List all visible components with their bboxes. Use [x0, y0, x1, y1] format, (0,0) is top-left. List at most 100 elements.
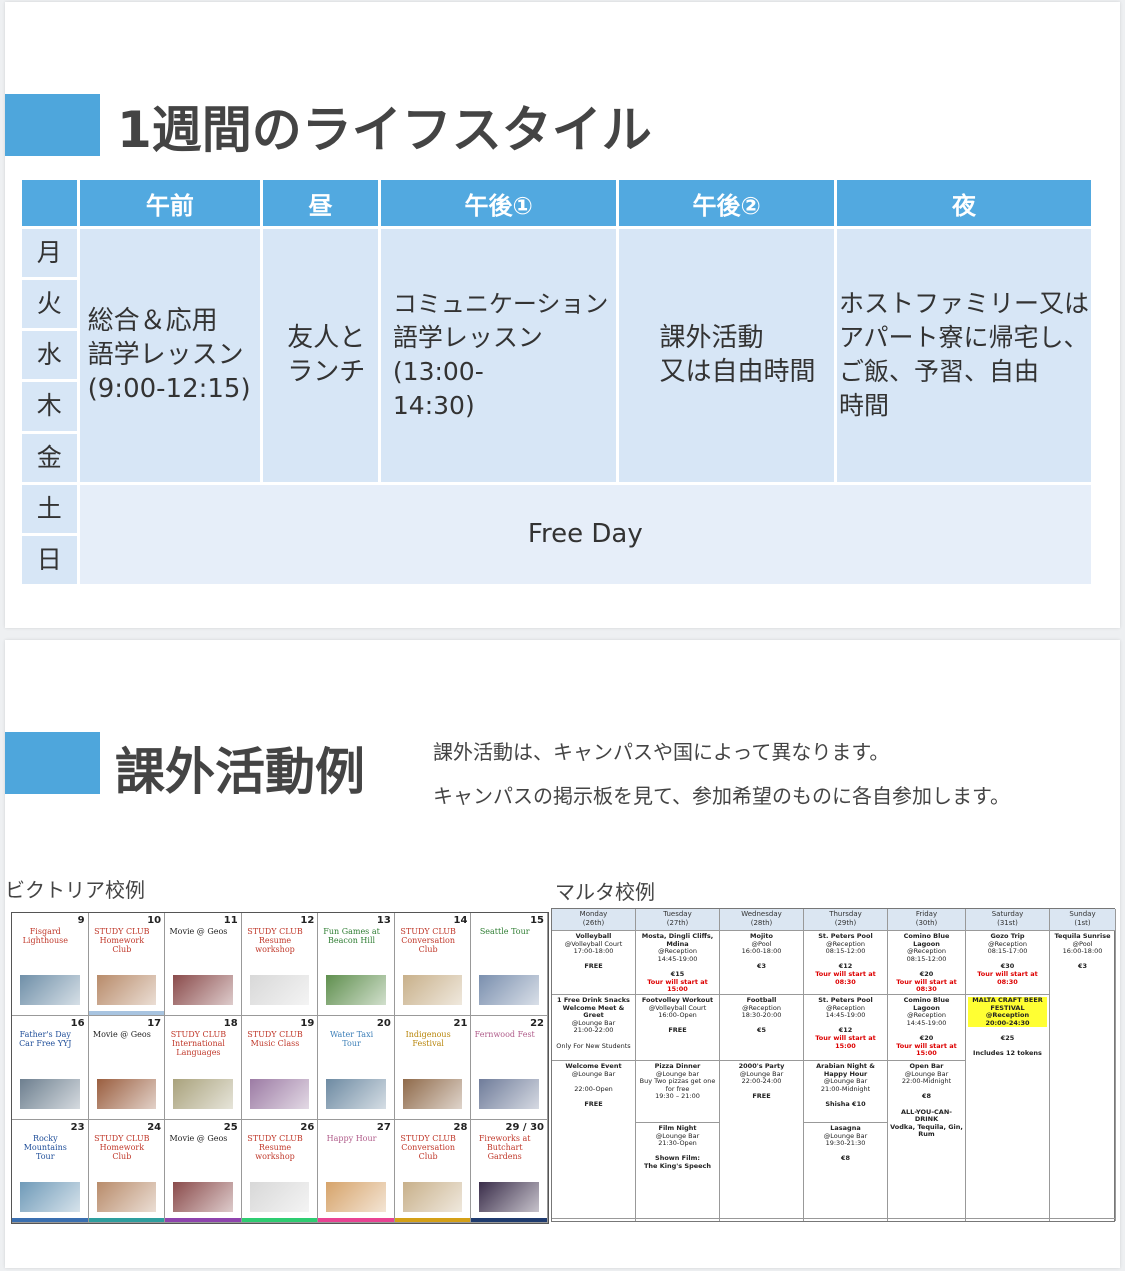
victoria-event-photo: [479, 1078, 539, 1109]
cell-am: 総合＆応用 語学レッスン (9:00-12:15): [79, 229, 261, 482]
victoria-day-number: 26: [300, 1121, 315, 1133]
victoria-event-photo: [249, 1182, 310, 1212]
malta-day-date: (26th): [582, 919, 605, 927]
victoria-event-photo: [326, 1078, 386, 1109]
malta-day-header: Monday (26th): [552, 909, 636, 931]
victoria-event-photo: [20, 975, 80, 1006]
victoria-day-number: 29 / 30: [505, 1121, 544, 1133]
malta-tour-start-note: Tour will start at 15:00: [815, 1033, 876, 1050]
victoria-day-cell: 27 Happy Hour: [318, 1119, 395, 1223]
victoria-event-label: STUDY CLUB International Languages: [170, 1030, 227, 1058]
victoria-day-cell: 29 / 30 Fireworks at Butchart Gardens: [471, 1119, 548, 1223]
victoria-day-number: 27: [376, 1121, 391, 1133]
day-thu: 木: [22, 382, 77, 431]
victoria-event-label: STUDY CLUB Homework Club: [94, 1133, 150, 1161]
victoria-event-label: STUDY CLUB Resume workshop: [247, 927, 303, 954]
am-line-2: 語学レッスン: [87, 340, 244, 371]
victoria-event-label: Indigenous Festival: [405, 1030, 451, 1049]
malta-event-cell: Tequila Sunrise @Pool 16:00-18:00 €3: [1050, 931, 1115, 1219]
malta-event-cell: Mosta, Dingli Cliffs, Mdina @Reception 14:…: [636, 931, 719, 995]
cell-free-day: Free Day: [79, 484, 1091, 584]
victoria-day-number: 13: [376, 915, 391, 926]
cell-pm2: 課外活動 又は自由時間: [619, 229, 834, 482]
pm1-line-1: コミュニケーション: [392, 290, 609, 319]
malta-event-cell: Pizza Dinner @Lounge bar Buy Two pizzas ge…: [636, 1061, 719, 1123]
victoria-event-label: Fernwood Fest: [474, 1030, 535, 1040]
victoria-day-cell: 9 Fisgard Lighthouse: [12, 913, 89, 1017]
pm1-line-4: 14:30): [392, 391, 475, 421]
am-line-1: 総合＆応用: [87, 306, 218, 337]
victoria-event-photo: [402, 1182, 463, 1212]
malta-day-column: Mosta, Dingli Cliffs, Mdina @Reception 14:…: [636, 931, 720, 1221]
malta-day-date: (1st): [1074, 919, 1091, 927]
malta-event-name: Mosta, Dingli Cliffs, Mdina: [641, 932, 714, 948]
malta-day-date: (29th): [834, 919, 857, 927]
malta-day-date: (30th): [915, 919, 938, 927]
victoria-day-cell: 22 Fernwood Fest: [471, 1016, 548, 1120]
victoria-day-cell: 25 Movie @ Geos: [165, 1119, 242, 1223]
malta-event-detail: Vodka, Tequila, Gin, Rum: [890, 1122, 963, 1139]
victoria-event-photo: [96, 1182, 157, 1212]
malta-day-header: Friday (30th): [888, 909, 966, 931]
header-am: 午前: [79, 180, 261, 226]
malta-tour-start-note: Tour will start at 15:00: [647, 977, 708, 994]
malta-event-name: Comino Blue Lagoon: [903, 932, 950, 948]
malta-tour-start-note: Tour will start at 08:30: [896, 977, 957, 994]
victoria-event-label: Movie @ Geos: [169, 927, 228, 936]
victoria-day-number: 22: [530, 1018, 544, 1030]
malta-day-name: Tuesday: [663, 910, 692, 918]
victoria-event-label: STUDY CLUB Conversation Club: [400, 1133, 456, 1161]
victoria-day-cell: 11 Movie @ Geos: [165, 913, 242, 1017]
victoria-event-label: Happy Hour: [326, 1133, 377, 1143]
victoria-event-photo: [479, 1182, 539, 1212]
victoria-event-label: Movie @ Geos: [169, 1133, 228, 1143]
malta-event-detail: FREE: [584, 962, 603, 971]
malta-event-detail: Buy Two pizzas get one for free: [639, 1077, 716, 1093]
malta-event-cell: 1 Free Drink Snacks Welcome Meet & Greet…: [552, 995, 635, 1061]
malta-day-name: Monday: [579, 910, 608, 918]
malta-event-name: MALTA CRAFT BEER FESTIVAL: [968, 996, 1047, 1013]
malta-event-cell: Arabian Night & Happy Hour @Lounge Bar 21:…: [804, 1061, 887, 1123]
victoria-day-number: 10: [147, 915, 162, 926]
victoria-event-label: Movie @ Geos: [92, 1030, 151, 1040]
malta-event-cell: 2000's Party @Lounge Bar 22:00-24:00 FREE: [720, 1061, 803, 1219]
malta-event-cell: Welcome Event @Lounge Bar 22:00-Open FREE: [552, 1061, 635, 1219]
victoria-event-photo: [96, 1078, 157, 1109]
victoria-event-photo: [402, 1078, 463, 1109]
malta-event-detail: FREE: [752, 1092, 771, 1101]
malta-event-detail: €3: [756, 962, 767, 971]
malta-tour-start-note: Tour will start at 08:30: [977, 969, 1038, 986]
header-night: 夜: [836, 180, 1091, 226]
victoria-day-number: 24: [147, 1121, 162, 1133]
victoria-day-number: 25: [223, 1121, 238, 1133]
victoria-day-number: 28: [453, 1121, 468, 1133]
victoria-cell-bottom-bar: [471, 1011, 547, 1016]
malta-event-name: 1 Free Drink Snacks Welcome Meet & Greet: [557, 996, 630, 1020]
malta-day-column: St. Peters Pool @Reception 08:15-12:00 €12…: [804, 931, 888, 1221]
victoria-event-photo: [326, 1182, 386, 1212]
victoria-day-number: 23: [70, 1121, 85, 1133]
malta-calendar: Monday (26th) Tuesday (27th) Wednesday (28th)…: [551, 908, 1116, 1222]
malta-event-cell: Open Bar @Lounge Bar 22:00-Midnight €8 ALL…: [888, 1061, 965, 1219]
malta-event-cell: Gozo Trip @Reception 08:15-17:00 €30 Tour w…: [966, 931, 1049, 995]
malta-event-detail: Shisha €10: [825, 1099, 866, 1108]
slide-weekly-lifestyle: 1週間のライフスタイル 午前 昼 午後① 午後② 夜 月 総合＆応用 語学レッス…: [5, 2, 1120, 628]
day-mon: 月: [22, 229, 77, 278]
victoria-event-label: Fireworks at Butchart Gardens: [478, 1133, 531, 1161]
victoria-day-cell: 12 STUDY CLUB Resume workshop: [241, 913, 319, 1017]
victoria-event-label: Fun Games at Beacon Hill: [323, 927, 380, 945]
pm1-line-3: (13:00-: [392, 357, 484, 387]
victoria-day-cell: 15 Seattle Tour: [471, 913, 548, 1017]
day-wed: 水: [22, 331, 77, 380]
night-line-4: 時間: [838, 391, 889, 421]
malta-event-cell: Football @Reception 18:30-20:00 €5: [720, 995, 803, 1061]
description-line-1: 課外活動は、キャンパスや国によって異なります。: [433, 740, 890, 764]
victoria-event-photo: [402, 975, 463, 1006]
title-accent-bar: [5, 94, 100, 156]
victoria-cell-bottom-bar: [394, 1011, 471, 1016]
victoria-day-cell: 28 STUDY CLUB Conversation Club: [394, 1119, 472, 1223]
malta-day-name: Saturday: [991, 910, 1024, 918]
malta-day-column: Volleyball @Volleyball Court 17:00-18:00 F…: [552, 931, 636, 1221]
malta-day-column: Gozo Trip @Reception 08:15-17:00 €30 Tour w…: [966, 931, 1050, 1221]
night-line-3: ご飯、予習、自由: [838, 357, 1039, 387]
